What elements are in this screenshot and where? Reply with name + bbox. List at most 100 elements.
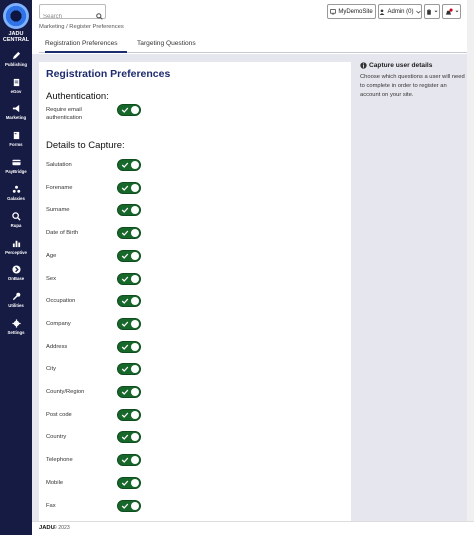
- toggle-knob: [131, 183, 139, 192]
- info-icon: [360, 62, 367, 69]
- sidebar-item-settings[interactable]: Settings: [0, 319, 32, 335]
- field-toggle-mobile[interactable]: [117, 476, 141, 489]
- user-button-label: Admin (0): [387, 8, 414, 15]
- check-icon: [121, 162, 129, 168]
- sidebar-item-label: Utilities: [8, 303, 24, 308]
- page-scrollbar[interactable]: [467, 0, 474, 521]
- user-menu-button[interactable]: Admin (0): [378, 4, 422, 19]
- search-box: [39, 4, 106, 24]
- sidebar-item-forms[interactable]: Forms: [0, 131, 32, 147]
- check-icon: [121, 434, 129, 441]
- require-email-auth-toggle[interactable]: [117, 104, 141, 116]
- check-icon: [121, 276, 129, 282]
- toggle-knob: [131, 410, 139, 419]
- tools-menu-button[interactable]: [424, 4, 440, 19]
- sidebar-item-rupa[interactable]: Rupa: [0, 212, 32, 228]
- toggle-knob: [131, 274, 139, 283]
- panel-title: Registration Preferences: [46, 68, 171, 80]
- wrench-icon: [12, 292, 20, 301]
- help-text: Choose which questions a user will need …: [360, 74, 465, 98]
- details-heading: Details to Capture:: [46, 140, 125, 151]
- field-toggle-fax[interactable]: [117, 499, 141, 512]
- toggle-knob: [131, 319, 139, 328]
- field-toggle-company[interactable]: [117, 317, 141, 330]
- sidebar-item-paybridge[interactable]: PayBridge: [0, 158, 32, 174]
- check-icon: [121, 457, 129, 464]
- tab-registration-preferences[interactable]: Registration Preferences: [45, 40, 127, 53]
- tab-targeting-questions[interactable]: Targeting Questions: [137, 40, 196, 53]
- field-toggle-date-of-birth[interactable]: [117, 227, 141, 240]
- sidebar-item-label: Forms: [9, 142, 23, 147]
- field-toggle-salutation[interactable]: [117, 159, 141, 171]
- footer: JADU © 2023: [32, 521, 474, 535]
- field-toggle-address[interactable]: [117, 340, 141, 353]
- sidebar-item-label: Galaxies: [7, 196, 25, 201]
- toggle-knob: [131, 365, 139, 374]
- field-toggle-city[interactable]: [117, 363, 141, 376]
- user-icon: [380, 8, 385, 15]
- sidebar-item-marketing[interactable]: Marketing: [0, 104, 32, 120]
- require-email-auth-label: Require email authentication: [46, 107, 83, 121]
- help-title: Capture user details: [360, 62, 468, 69]
- tab-label: Targeting Questions: [137, 40, 196, 47]
- sidebar-item-label: PayBridge: [5, 169, 27, 174]
- check-icon: [121, 389, 129, 395]
- site-button-label: MyDemoSite: [338, 8, 373, 15]
- clipboard-icon: [427, 8, 431, 15]
- field-toggle-surname[interactable]: [117, 204, 141, 217]
- notifications-button[interactable]: [442, 4, 461, 19]
- field-toggle-county-region[interactable]: [117, 386, 141, 398]
- sidebar-item-label: Publishing: [5, 62, 27, 67]
- footer-copyright: © 2023: [53, 525, 70, 531]
- field-toggle-sex[interactable]: [117, 272, 141, 285]
- sidebar-item-label: Settings: [7, 330, 25, 335]
- breadcrumb[interactable]: Marketing / Register Preferences: [39, 24, 124, 30]
- sidebar-item-label: Perceptive: [5, 250, 27, 255]
- field-label-salutation: Salutation: [46, 162, 72, 168]
- chevron-down-icon: [434, 10, 438, 13]
- jadu-logo[interactable]: [3, 3, 29, 29]
- toggle-knob: [131, 251, 139, 260]
- check-icon: [121, 207, 129, 214]
- field-label-date-of-birth: Date of Birth: [46, 230, 79, 237]
- field-toggle-forename[interactable]: [117, 181, 141, 194]
- sidebar-item-galaxies[interactable]: Galaxies: [0, 185, 32, 201]
- toggle-knob: [131, 478, 139, 487]
- field-label-city: City: [46, 366, 56, 373]
- main-content: Registration Preferences Authentication:…: [32, 54, 474, 535]
- sidebar-item-perceptive[interactable]: Perceptive: [0, 239, 32, 255]
- megaphone-icon: [12, 104, 19, 113]
- sidebar-item-label: Rupa: [10, 223, 22, 228]
- field-toggle-age[interactable]: [117, 249, 141, 262]
- sidebar-item-utilities[interactable]: Utilities: [0, 292, 32, 308]
- field-label-address: Address: [46, 343, 68, 350]
- check-icon: [121, 503, 129, 509]
- field-toggle-country[interactable]: [117, 431, 141, 444]
- sidebar-item-publishing[interactable]: Publishing: [0, 51, 32, 67]
- field-label-company: Company: [46, 320, 71, 327]
- field-toggle-telephone[interactable]: [117, 454, 141, 467]
- sidebar-item-egov[interactable]: eGov: [0, 78, 32, 94]
- field-label-fax: Fax: [46, 502, 56, 509]
- sidebar: JADU CENTRAL Publishing eGov Marketing Form…: [0, 0, 32, 535]
- toggle-knob: [131, 388, 139, 396]
- toggle-knob: [131, 456, 139, 465]
- check-icon: [121, 185, 129, 191]
- arrow-circle-icon: [11, 265, 21, 274]
- field-toggle-post-code[interactable]: [117, 408, 141, 421]
- sidebar-item-onbase[interactable]: OnBase: [0, 265, 32, 281]
- sidebar-item-label: eGov: [10, 89, 22, 94]
- chevron-down-icon: [415, 10, 421, 13]
- sidebar-item-label: Marketing: [5, 115, 27, 120]
- field-label-telephone: Telephone: [46, 457, 73, 464]
- field-toggle-occupation[interactable]: [117, 295, 141, 308]
- check-icon: [121, 298, 129, 305]
- check-icon: [121, 253, 129, 259]
- authentication-heading: Authentication:: [46, 91, 109, 102]
- check-icon: [121, 412, 129, 418]
- toggle-knob: [131, 161, 139, 169]
- site-button[interactable]: MyDemoSite: [327, 4, 376, 19]
- toggle-knob: [131, 501, 139, 510]
- search-input[interactable]: [40, 10, 95, 24]
- search-icon[interactable]: [96, 7, 103, 25]
